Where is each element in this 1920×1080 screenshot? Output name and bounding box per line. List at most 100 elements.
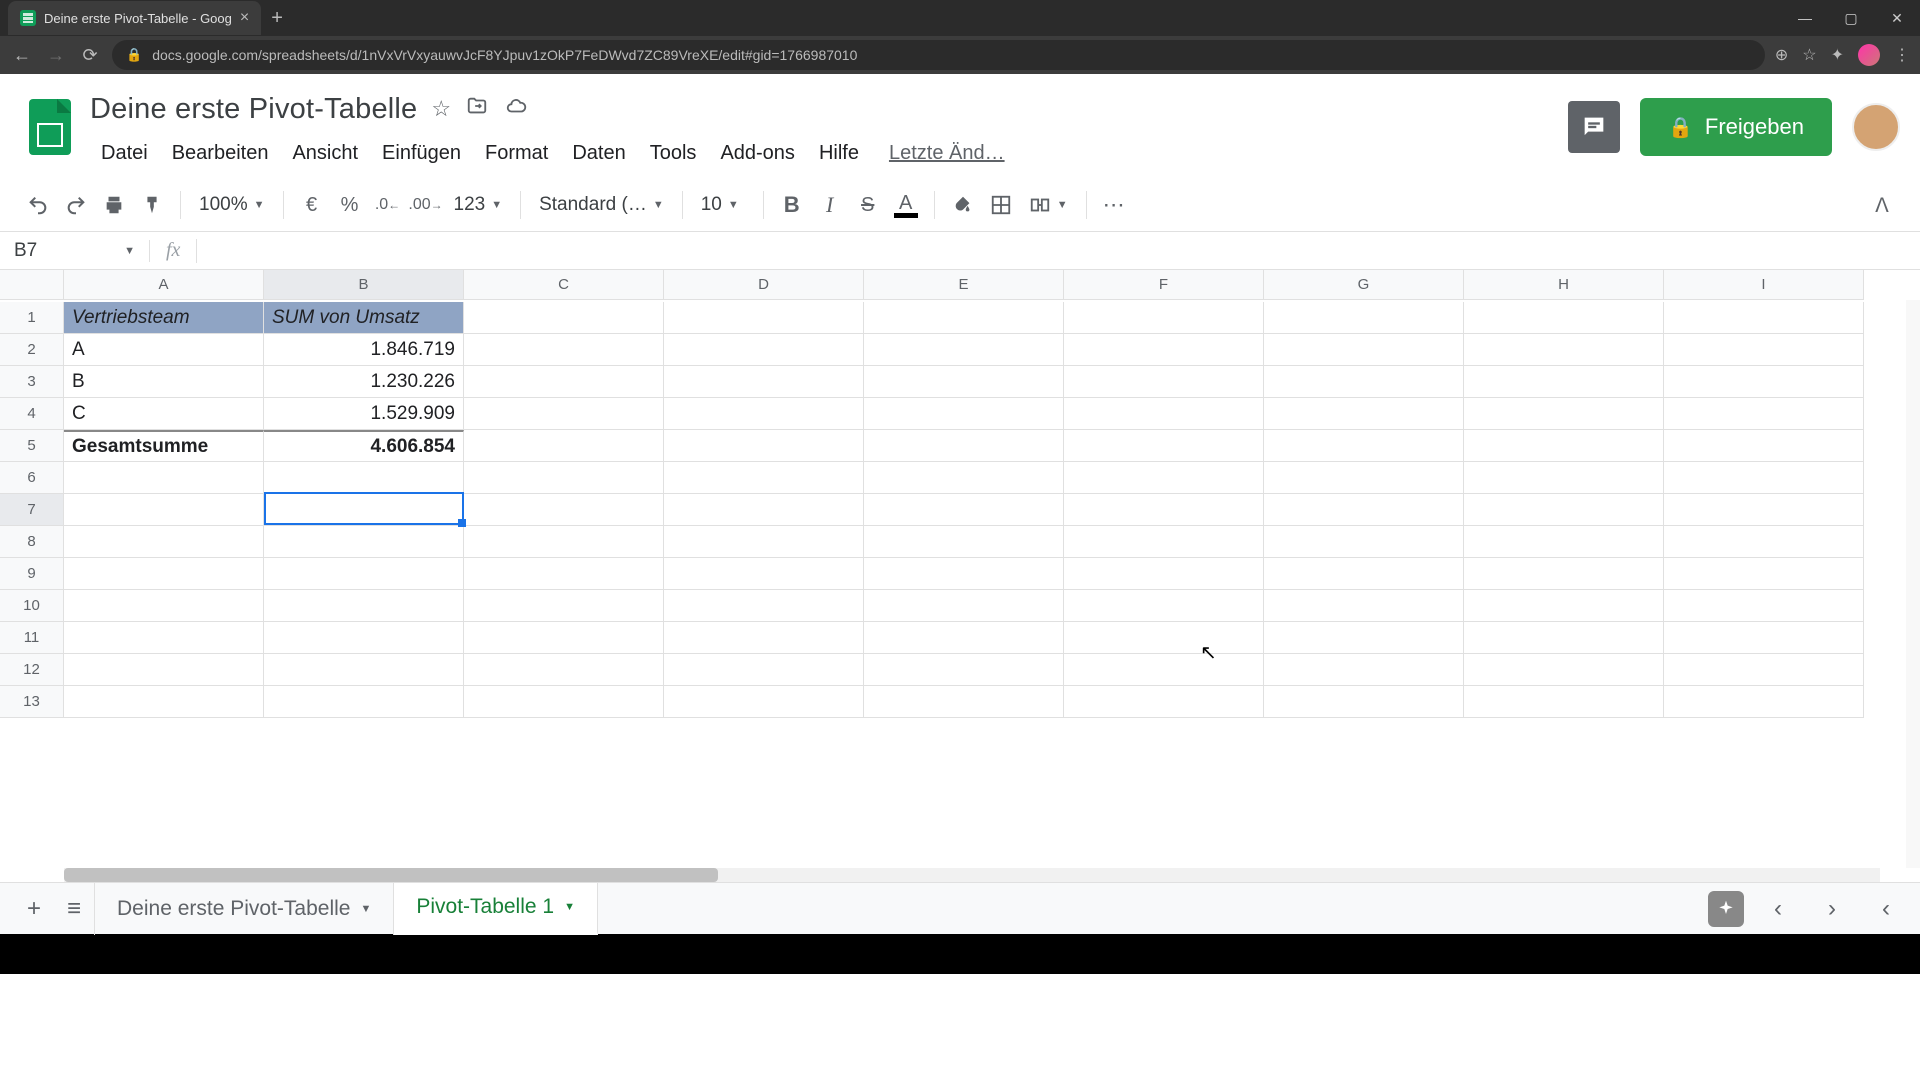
currency-button[interactable]: € [294, 187, 330, 223]
row-header[interactable]: 2 [0, 334, 64, 366]
cell[interactable]: SUM von Umsatz [264, 302, 464, 334]
cell[interactable] [1664, 366, 1864, 398]
cell[interactable] [664, 334, 864, 366]
cell[interactable] [1064, 494, 1264, 526]
cell[interactable] [664, 526, 864, 558]
star-icon[interactable]: ☆ [431, 96, 451, 122]
cell[interactable] [264, 494, 464, 526]
cell[interactable] [464, 654, 664, 686]
cell[interactable] [1464, 622, 1664, 654]
share-button[interactable]: 🔒 Freigeben [1640, 98, 1832, 156]
cell[interactable] [1064, 558, 1264, 590]
extensions-icon[interactable]: ✦ [1831, 45, 1844, 65]
col-header-c[interactable]: C [464, 270, 664, 300]
cell[interactable] [1264, 622, 1464, 654]
move-folder-icon[interactable] [465, 95, 489, 123]
merge-cells-button[interactable]: ▼ [1021, 194, 1076, 216]
cell[interactable] [464, 558, 664, 590]
cell[interactable] [864, 686, 1064, 718]
cell[interactable] [1664, 462, 1864, 494]
cell[interactable] [664, 494, 864, 526]
cell[interactable] [1464, 430, 1664, 462]
select-all-corner[interactable] [0, 270, 64, 300]
cell[interactable] [1664, 526, 1864, 558]
cell[interactable] [1264, 526, 1464, 558]
cell[interactable] [264, 622, 464, 654]
row-header[interactable]: 13 [0, 686, 64, 718]
font-size-dropdown[interactable]: 10▼ [693, 194, 753, 216]
cell[interactable] [864, 430, 1064, 462]
minimize-button[interactable]: — [1782, 0, 1828, 36]
cell[interactable] [1664, 622, 1864, 654]
cell[interactable] [1064, 526, 1264, 558]
cell[interactable] [1264, 462, 1464, 494]
cell[interactable] [1464, 654, 1664, 686]
cell[interactable] [1064, 334, 1264, 366]
cell[interactable] [864, 654, 1064, 686]
cell[interactable] [864, 398, 1064, 430]
reload-button[interactable]: ⟳ [78, 45, 102, 66]
cell[interactable] [1264, 398, 1464, 430]
cloud-status-icon[interactable] [503, 95, 529, 123]
row-header[interactable]: 11 [0, 622, 64, 654]
sheet-tab-menu-icon[interactable]: ▼ [360, 903, 371, 915]
sheets-logo-icon[interactable] [24, 92, 76, 162]
cell[interactable] [1664, 430, 1864, 462]
scroll-left-button[interactable]: ‹ [1758, 889, 1798, 929]
cell[interactable] [1264, 302, 1464, 334]
url-field[interactable]: 🔒 docs.google.com/spreadsheets/d/1nVxVrV… [112, 40, 1765, 70]
cell[interactable] [1264, 366, 1464, 398]
browser-tab[interactable]: Deine erste Pivot-Tabelle - Goog × [8, 1, 261, 35]
cell[interactable] [864, 334, 1064, 366]
cell[interactable] [664, 686, 864, 718]
cell[interactable] [1664, 302, 1864, 334]
row-header[interactable]: 10 [0, 590, 64, 622]
chrome-profile-avatar[interactable] [1858, 44, 1880, 66]
col-header-e[interactable]: E [864, 270, 1064, 300]
row-header[interactable]: 7 [0, 494, 64, 526]
increase-decimal-button[interactable]: .00→ [408, 187, 444, 223]
cell[interactable] [1064, 622, 1264, 654]
cell[interactable] [464, 366, 664, 398]
cell[interactable] [64, 622, 264, 654]
cell[interactable] [1064, 686, 1264, 718]
fill-color-button[interactable] [945, 187, 981, 223]
cell[interactable] [1264, 494, 1464, 526]
cell[interactable]: Gesamtsumme [64, 430, 264, 462]
cell[interactable] [664, 462, 864, 494]
cell[interactable] [1064, 302, 1264, 334]
row-header[interactable]: 12 [0, 654, 64, 686]
cell[interactable] [64, 686, 264, 718]
cell[interactable] [1464, 558, 1664, 590]
cell[interactable] [1464, 334, 1664, 366]
col-header-g[interactable]: G [1264, 270, 1464, 300]
name-box[interactable]: B7▼ [0, 240, 150, 262]
cell[interactable] [664, 622, 864, 654]
menu-insert[interactable]: Einfügen [371, 136, 472, 171]
sheet-tab-1[interactable]: Deine erste Pivot-Tabelle▼ [94, 883, 394, 935]
col-header-f[interactable]: F [1064, 270, 1264, 300]
cell[interactable] [864, 462, 1064, 494]
cell[interactable] [264, 462, 464, 494]
cell[interactable] [464, 686, 664, 718]
cell[interactable]: C [64, 398, 264, 430]
cell[interactable] [1264, 558, 1464, 590]
borders-button[interactable] [983, 187, 1019, 223]
row-header[interactable]: 1 [0, 302, 64, 334]
cell[interactable] [1064, 462, 1264, 494]
cell[interactable] [464, 590, 664, 622]
sheet-tab-menu-icon[interactable]: ▼ [564, 901, 575, 913]
back-button[interactable]: ← [10, 45, 34, 66]
bookmark-icon[interactable]: ☆ [1802, 45, 1816, 65]
menu-format[interactable]: Format [474, 136, 559, 171]
cell[interactable] [264, 526, 464, 558]
row-header[interactable]: 4 [0, 398, 64, 430]
cell[interactable] [664, 366, 864, 398]
cell[interactable]: 1.529.909 [264, 398, 464, 430]
cell[interactable] [1064, 366, 1264, 398]
cell[interactable] [1664, 398, 1864, 430]
cell[interactable] [64, 654, 264, 686]
paint-format-button[interactable] [134, 187, 170, 223]
all-sheets-button[interactable]: ≡ [54, 889, 94, 929]
cell[interactable]: B [64, 366, 264, 398]
